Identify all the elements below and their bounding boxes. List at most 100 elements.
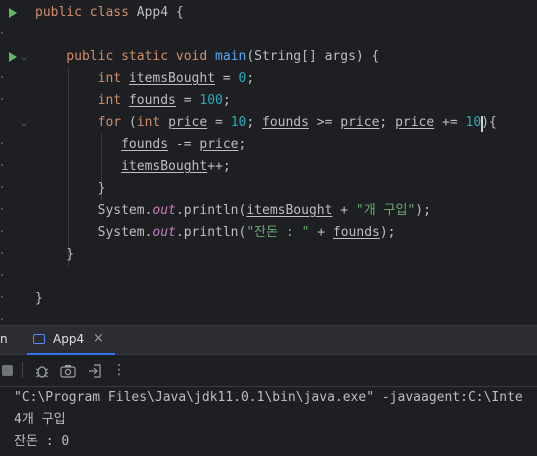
more-options-icon[interactable]: ⋮ — [110, 361, 128, 379]
code-token: ++; — [207, 159, 231, 174]
run-main-icon[interactable] — [9, 52, 17, 62]
close-icon[interactable]: × — [93, 331, 104, 346]
code-token: price — [199, 137, 239, 152]
code-token: System. — [35, 225, 153, 240]
gutter-dot — [1, 296, 3, 298]
gutter-dot — [1, 142, 3, 144]
code-token: public static void — [35, 49, 216, 64]
stop-icon[interactable] — [2, 365, 13, 376]
code-token: ( — [128, 115, 137, 130]
toolbar-divider — [22, 362, 23, 378]
code-token: .println( — [175, 203, 247, 218]
code-token: ){ — [481, 115, 497, 130]
code-token: App4 { — [136, 5, 184, 20]
console-line: 잔돈 : 0 — [14, 434, 70, 449]
code-token: price — [168, 115, 208, 130]
code-line[interactable]: int founds = 100; — [35, 90, 231, 112]
fold-main-icon[interactable]: ⌵ — [21, 52, 27, 63]
code-line[interactable]: itemsBought++; — [35, 156, 231, 178]
code-token: int — [35, 93, 129, 108]
code-line[interactable]: for (int price = 10; founds >= price; pr… — [35, 112, 497, 134]
code-token: out — [152, 203, 176, 218]
code-token: .println( — [175, 225, 247, 240]
code-token: (String[] args) { — [246, 49, 380, 64]
gutter-dot — [1, 274, 3, 276]
code-line[interactable]: System.out.println(itemsBought + "개 구입")… — [35, 200, 431, 222]
run-toolbar: ⋮ — [0, 355, 537, 387]
tab-app4[interactable]: App4 × — [27, 326, 115, 355]
code-token: } — [35, 247, 75, 262]
code-token: ; — [238, 137, 247, 152]
code-token: out — [152, 225, 176, 240]
text-cursor — [481, 116, 483, 132]
code-line[interactable]: int itemsBought = 0; — [35, 68, 255, 90]
code-line[interactable]: } — [35, 178, 106, 200]
fold-for-icon[interactable]: ⌵ — [21, 118, 27, 129]
code-token: public class — [35, 5, 137, 20]
camera-icon[interactable] — [60, 364, 76, 378]
code-token: int — [35, 71, 129, 86]
code-token: ); — [415, 203, 431, 218]
code-token: } — [35, 181, 106, 196]
run-tool-window-tabs: n App4 × — [0, 325, 537, 355]
code-token: ; — [379, 115, 396, 130]
code-token: itemsBought — [128, 71, 216, 86]
code-editor[interactable]: ⌵ ⌵ public class App4 { public static vo… — [0, 0, 537, 325]
code-token: int — [136, 115, 169, 130]
code-token: = — [207, 115, 231, 130]
code-token: main — [215, 49, 247, 64]
code-token: } — [35, 291, 43, 306]
code-token: founds — [262, 115, 309, 130]
code-token: += — [434, 115, 466, 130]
code-token: 10 — [465, 115, 482, 130]
code-token: price — [395, 115, 435, 130]
code-token: founds — [121, 137, 169, 152]
code-token: itemsBought — [246, 203, 333, 218]
code-token: for — [35, 115, 129, 130]
gutter-dot — [1, 230, 3, 232]
code-token: founds — [128, 93, 176, 108]
code-token: founds — [332, 225, 380, 240]
code-token: itemsBought — [121, 159, 208, 174]
gutter-dot — [1, 186, 3, 188]
code-token: + — [332, 203, 356, 218]
exit-icon[interactable] — [87, 363, 103, 379]
code-token: ; — [246, 71, 255, 86]
code-line[interactable]: } — [35, 288, 43, 310]
code-token: ; — [222, 93, 231, 108]
code-line[interactable]: public class App4 { — [35, 2, 184, 24]
console-line: 4개 구입 — [14, 412, 66, 427]
code-line[interactable]: } — [35, 244, 74, 266]
code-token: ); — [379, 225, 396, 240]
console-line: "C:\Program Files\Java\jdk11.0.1\bin\jav… — [14, 390, 523, 405]
code-token: ; — [246, 115, 262, 130]
run-class-icon[interactable] — [9, 8, 17, 18]
gutter-dot — [1, 32, 3, 34]
gutter-dot — [1, 98, 3, 100]
code-token: = — [215, 71, 239, 86]
gutter-dot — [1, 208, 3, 210]
gutter-dot — [1, 318, 3, 320]
code-token: >= — [308, 115, 341, 130]
code-token: "잔돈 : " — [246, 225, 310, 240]
code-token: -= — [168, 137, 200, 152]
debug-bug-icon[interactable] — [34, 363, 50, 379]
gutter-dot — [1, 164, 3, 166]
code-token: = — [175, 93, 200, 108]
editor-gutter: ⌵ ⌵ — [0, 0, 34, 325]
console-window-icon — [33, 334, 45, 344]
code-line[interactable]: public static void main(String[] args) { — [35, 46, 379, 68]
code-token: price — [340, 115, 380, 130]
code-token: "개 구입" — [355, 203, 416, 218]
code-token: System. — [35, 203, 153, 218]
tab-app4-label: App4 — [53, 332, 85, 346]
gutter-dot — [1, 76, 3, 78]
code-line[interactable]: founds -= price; — [35, 134, 246, 156]
code-line[interactable]: System.out.println("잔돈 : " + founds); — [35, 222, 396, 244]
code-token: 10 — [230, 115, 247, 130]
tab-cut-label[interactable]: n — [0, 332, 8, 346]
console-output[interactable]: "C:\Program Files\Java\jdk11.0.1\bin\jav… — [0, 387, 537, 456]
gutter-dot — [1, 252, 3, 254]
